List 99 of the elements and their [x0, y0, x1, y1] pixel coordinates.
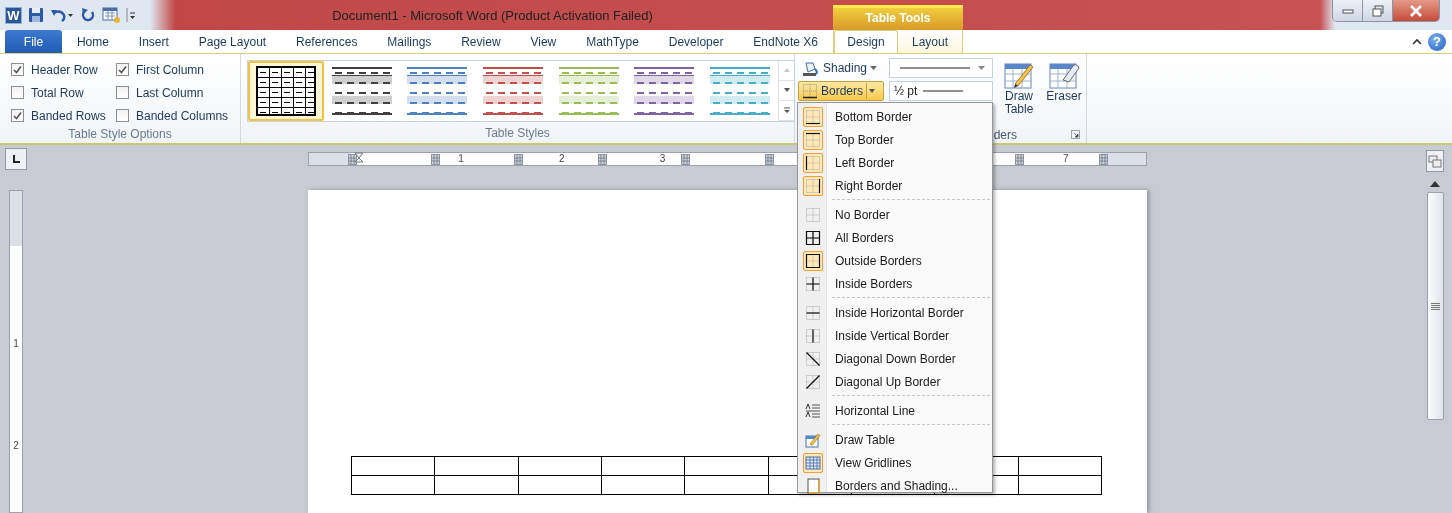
contextual-tab-header: Table Tools — [833, 5, 963, 30]
gallery-more-icon[interactable] — [782, 107, 791, 114]
close-icon — [1409, 4, 1423, 17]
column-marker-icon[interactable] — [514, 154, 524, 165]
menu-item[interactable]: Left Border — [800, 151, 990, 174]
menu-item[interactable]: Inside Horizontal Border — [800, 301, 990, 324]
scroll-up-icon[interactable] — [1430, 181, 1440, 187]
column-marker-icon[interactable] — [681, 154, 691, 165]
indent-marker-icon[interactable] — [354, 152, 364, 165]
checkbox-label: Last Column — [136, 85, 204, 100]
borders-button[interactable]: Borders — [798, 81, 884, 101]
grip-icon — [1431, 302, 1440, 310]
scrollbar-thumb[interactable] — [1427, 192, 1444, 420]
column-marker-icon[interactable] — [764, 154, 774, 165]
draw-table-button[interactable]: Draw Table — [999, 58, 1039, 126]
table-eraser-icon — [1048, 60, 1080, 90]
close-button[interactable] — [1393, 0, 1439, 21]
checkbox[interactable] — [116, 86, 129, 99]
checkbox[interactable] — [116, 109, 129, 122]
line-style-dropdown[interactable] — [889, 58, 993, 78]
undo-icon[interactable] — [50, 7, 74, 23]
view-ruler-button[interactable] — [1426, 150, 1444, 172]
menu-item[interactable]: Horizontal Line — [800, 399, 990, 422]
window-title: Document1 - Microsoft Word (Product Activation Failed) — [331, 7, 654, 23]
collapse-ribbon-icon[interactable] — [1412, 37, 1422, 46]
shading-button[interactable]: Shading — [798, 58, 884, 78]
column-marker-icon[interactable] — [1098, 154, 1108, 165]
checkbox[interactable] — [11, 86, 24, 99]
checkbox[interactable] — [116, 63, 129, 76]
redo-icon[interactable] — [80, 7, 96, 23]
menu-item[interactable]: Inside Vertical Border — [800, 324, 990, 347]
left-tab-icon — [11, 154, 21, 164]
ribbon-tab[interactable]: View — [522, 30, 565, 53]
ribbon-tab[interactable]: References — [288, 30, 366, 53]
table-pencil-icon — [1003, 60, 1035, 90]
menu-item[interactable]: No Border — [800, 203, 990, 226]
dropdown-arrow-icon — [870, 66, 878, 70]
scroll-down-icon[interactable] — [782, 87, 791, 94]
menu-item[interactable]: Diagonal Up Border — [800, 370, 990, 393]
ruler-number: 1 — [12, 338, 20, 349]
ribbon-tab[interactable]: Design — [834, 30, 898, 53]
ribbon-tab[interactable]: Layout — [898, 30, 962, 53]
save-icon[interactable] — [28, 7, 44, 23]
ruler-number: 2 — [558, 153, 566, 165]
dropdown-arrow-icon — [978, 66, 985, 70]
solid-line-icon — [921, 88, 966, 94]
tab-selector-button[interactable] — [5, 148, 27, 170]
minimize-button[interactable] — [1333, 0, 1363, 21]
print-preview-icon[interactable] — [102, 7, 120, 23]
menu-item[interactable]: View Gridlines — [800, 451, 990, 474]
ribbon-tab[interactable]: File — [5, 30, 62, 53]
menu-item[interactable]: All Borders — [800, 226, 990, 249]
split-arrow-icon — [866, 83, 877, 99]
customize-toolbar-icon[interactable] — [126, 7, 136, 23]
table-style-option[interactable] — [248, 61, 324, 121]
paint-bucket-icon — [802, 60, 820, 76]
checkbox-label: First Column — [136, 62, 204, 77]
line-weight-value: ½ pt — [894, 84, 918, 98]
menu-item[interactable]: Draw Table — [800, 428, 990, 451]
menu-item[interactable]: Right Border — [800, 174, 990, 197]
app-icon: W — [5, 6, 22, 24]
checkbox[interactable] — [11, 109, 24, 122]
minimize-icon — [1341, 6, 1354, 15]
group-label: Table Style Options — [67, 127, 173, 143]
menu-item[interactable]: Diagonal Down Border — [800, 347, 990, 370]
menu-item[interactable]: Inside Borders — [800, 272, 990, 295]
dialog-launcher-icon[interactable] — [1071, 130, 1080, 139]
restore-button[interactable] — [1363, 0, 1393, 21]
column-marker-icon[interactable] — [1015, 154, 1025, 165]
ruler-number: 2 — [12, 440, 20, 451]
ruler-number: 7 — [1062, 153, 1070, 165]
ruler-number: 3 — [658, 153, 667, 165]
menu-item[interactable]: Borders and Shading... — [800, 474, 990, 497]
ribbon-tab[interactable]: MathType — [578, 30, 647, 53]
checkbox[interactable] — [11, 63, 24, 76]
line-weight-dropdown[interactable]: ½ pt — [889, 81, 993, 101]
menu-item[interactable]: Bottom Border — [800, 105, 990, 128]
ribbon-tab[interactable]: Insert — [130, 30, 177, 53]
group-label: ders — [993, 127, 1017, 142]
checkbox-label: Banded Columns — [136, 108, 229, 123]
ruler-number: 1 — [457, 153, 465, 165]
restore-icon — [1371, 4, 1384, 17]
eraser-button[interactable]: Eraser — [1044, 58, 1084, 126]
checkbox-label: Header Row — [31, 62, 98, 77]
ribbon-tab[interactable]: EndNote X6 — [745, 30, 827, 53]
border-grid-icon — [802, 83, 818, 99]
menu-item[interactable]: Outside Borders — [800, 249, 990, 272]
ribbon-tab[interactable]: Review — [453, 30, 509, 53]
column-marker-icon[interactable] — [430, 154, 440, 165]
checkbox-label: Banded Rows — [31, 108, 106, 123]
ribbon-tab[interactable]: Developer — [660, 30, 732, 53]
ribbon-tab[interactable]: Home — [68, 30, 117, 53]
ribbon-tab[interactable]: Page Layout — [190, 30, 275, 53]
menu-item[interactable]: Top Border — [800, 128, 990, 151]
group-label: Table Styles — [484, 126, 551, 142]
column-marker-icon[interactable] — [597, 154, 607, 165]
ribbon-tab[interactable]: Mailings — [379, 30, 440, 53]
checkbox-label: Total Row — [31, 85, 84, 100]
ruler-toggle-icon — [1428, 154, 1442, 168]
